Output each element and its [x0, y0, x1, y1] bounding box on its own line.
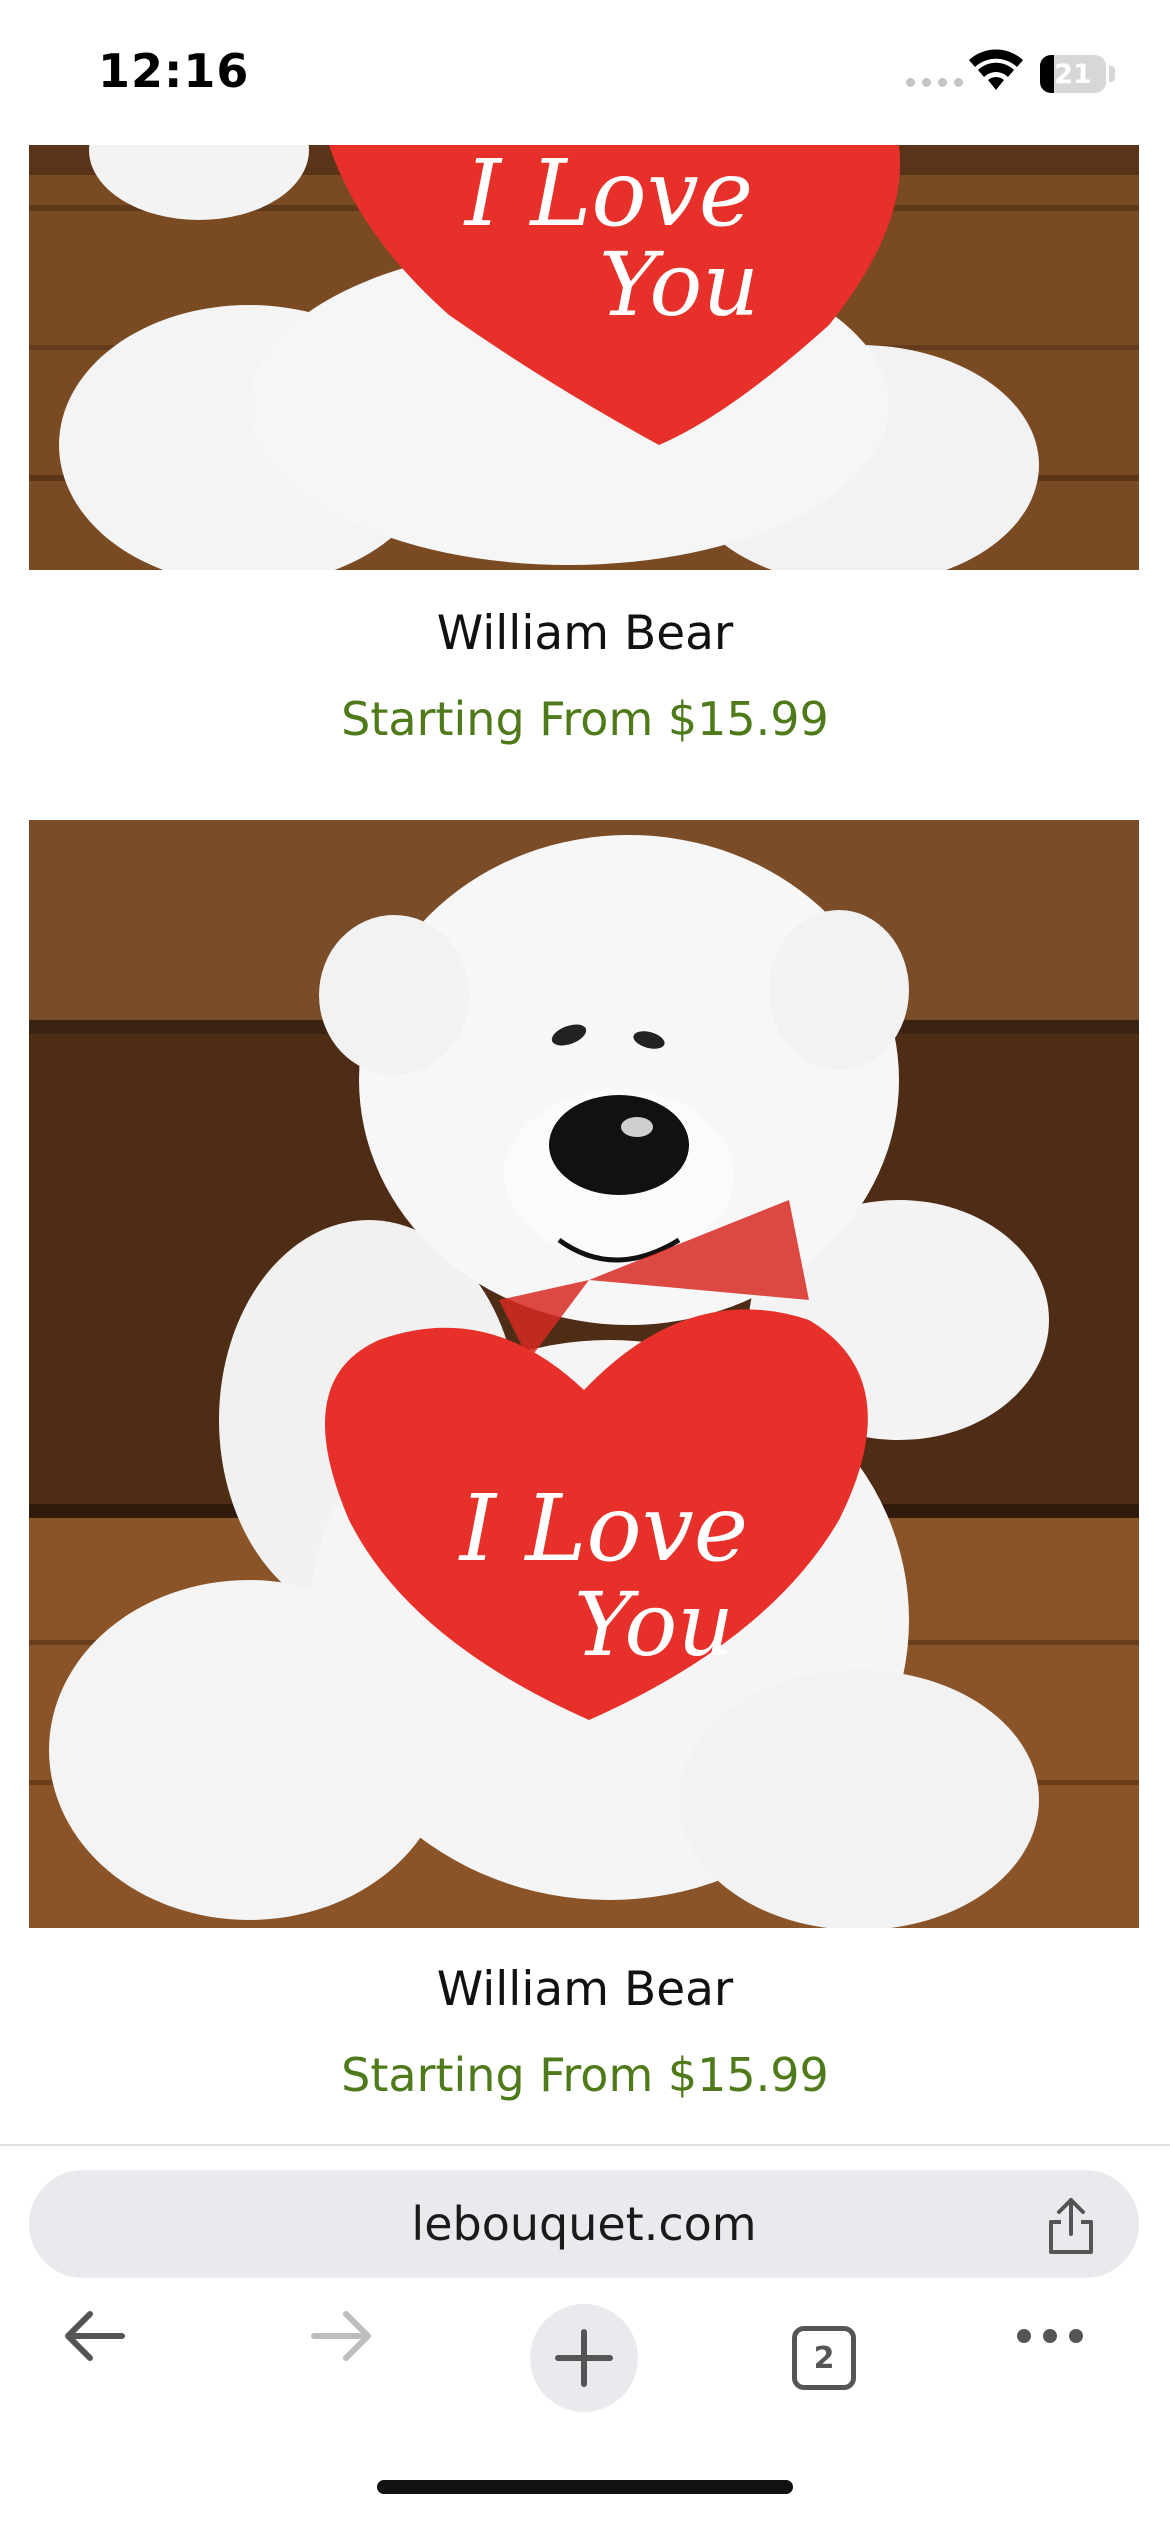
product-name[interactable]: William Bear [0, 1962, 1170, 2017]
address-bar[interactable]: lebouquet.com [29, 2170, 1139, 2278]
new-tab-plus-icon [555, 2329, 613, 2387]
share-icon[interactable] [1043, 2196, 1099, 2256]
heart-text: You [599, 233, 759, 336]
back-arrow-icon[interactable] [56, 2296, 136, 2376]
wifi-icon [969, 49, 1023, 90]
heart-text: You [574, 1573, 734, 1676]
product-image[interactable]: I Love You [29, 145, 1139, 570]
status-time: 12:16 [98, 44, 250, 98]
status-bar: 12:16 21 [0, 0, 1170, 145]
tabs-icon[interactable]: 2 [792, 2326, 856, 2390]
product-price: Starting From $15.99 [341, 692, 829, 746]
battery-cap [1109, 66, 1115, 82]
product-price: Starting From $15.99 [341, 2048, 829, 2102]
heart-text: I Love [458, 1475, 749, 1582]
tab-count: 2 [813, 2340, 835, 2376]
browser-toolbar: lebouquet.com 2 [0, 2144, 1170, 2534]
product-image[interactable]: I Love You [29, 820, 1139, 1928]
battery-icon: 21 [1040, 55, 1106, 93]
new-tab-button[interactable] [530, 2304, 638, 2412]
more-icon[interactable] [1010, 2296, 1090, 2376]
product-name[interactable]: William Bear [0, 606, 1170, 661]
heart-text: I Love [463, 145, 754, 247]
forward-arrow-icon[interactable] [300, 2296, 380, 2376]
url-text[interactable]: lebouquet.com [29, 2170, 1139, 2278]
battery-level: 21 [1054, 58, 1092, 90]
home-indicator[interactable] [377, 2480, 793, 2494]
cellular-signal-icon [906, 78, 963, 87]
